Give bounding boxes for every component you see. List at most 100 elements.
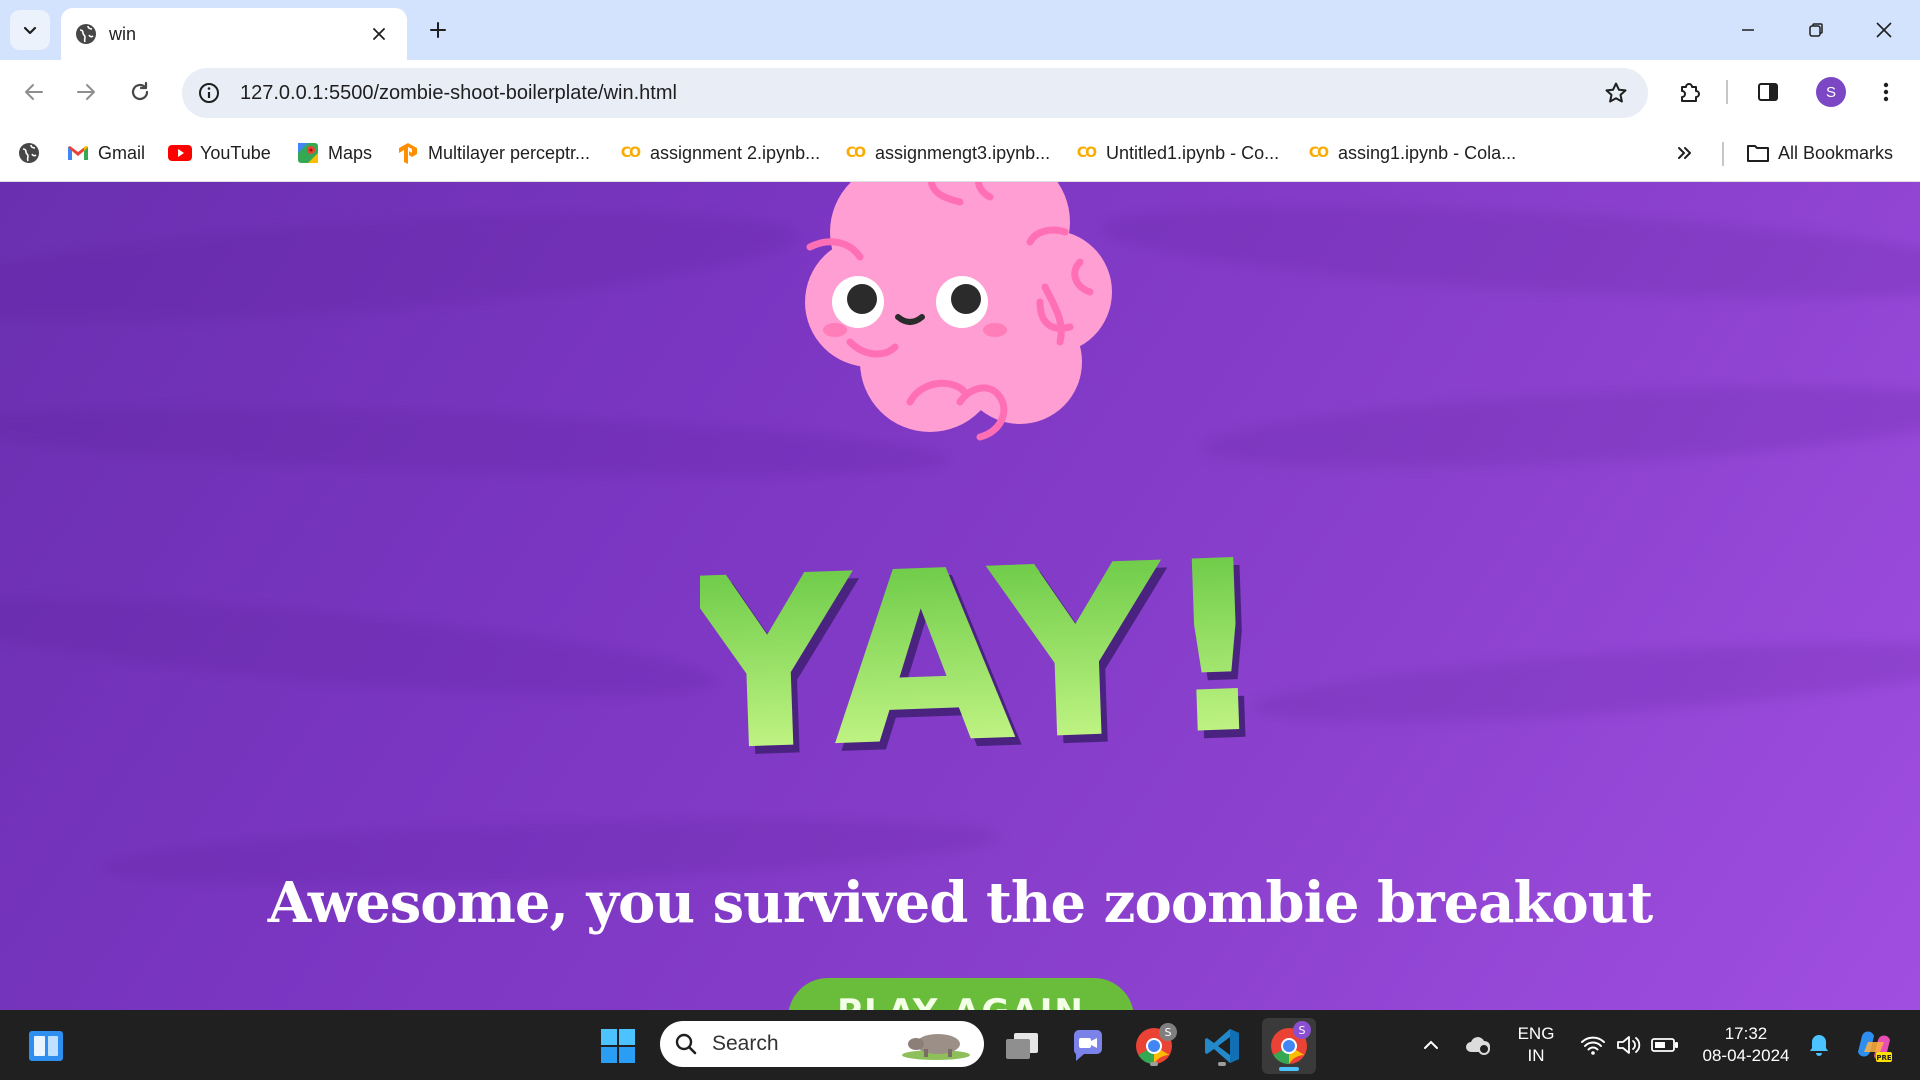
bookmark-label: Multilayer perceptr... bbox=[428, 142, 591, 163]
taskbar-search-box[interactable]: Search bbox=[660, 1021, 984, 1067]
copilot-icon: PRE bbox=[1858, 1031, 1892, 1062]
site-info-button[interactable] bbox=[194, 78, 224, 108]
profile-badge-icon: S bbox=[1293, 1021, 1311, 1039]
bookmark-apps[interactable] bbox=[18, 138, 40, 168]
bookmark-youtube[interactable]: YouTube bbox=[168, 138, 271, 168]
bookmark-assignment-2[interactable]: CO assignment 2.ipynb... bbox=[618, 138, 820, 168]
background-swirl bbox=[1098, 188, 1920, 316]
notifications-button[interactable] bbox=[1802, 1028, 1836, 1062]
search-icon bbox=[675, 1033, 697, 1055]
colab-icon: CO bbox=[620, 145, 641, 161]
yay-title: YAY! YAY! bbox=[700, 532, 1260, 772]
bookmark-label: assignmengt3.ipynb... bbox=[875, 142, 1051, 163]
tab-search-button[interactable] bbox=[10, 10, 50, 50]
browser-menu-button[interactable] bbox=[1866, 72, 1906, 112]
battery-icon bbox=[1651, 1038, 1678, 1052]
language-region: IN bbox=[1527, 1046, 1545, 1065]
volume-button[interactable] bbox=[1612, 1028, 1646, 1062]
bookmark-assignmengt3[interactable]: CO assignmengt3.ipynb... bbox=[843, 138, 1050, 168]
running-indicator bbox=[1218, 1062, 1226, 1066]
bookmark-multilayer-perceptron[interactable]: Multilayer perceptr... bbox=[396, 138, 590, 168]
puzzle-icon bbox=[1681, 83, 1700, 102]
battery-button[interactable] bbox=[1648, 1028, 1682, 1062]
back-button[interactable] bbox=[14, 72, 54, 112]
teams-chat-button[interactable] bbox=[1066, 1024, 1110, 1068]
plus-icon bbox=[430, 22, 446, 38]
tab-strip: win bbox=[0, 0, 1920, 60]
wifi-icon bbox=[1581, 1036, 1605, 1055]
yay-title-text: YAY! bbox=[700, 532, 1260, 772]
brain-mascot-image bbox=[805, 182, 1112, 441]
address-bar[interactable]: 127.0.0.1:5500/zombie-shoot-boilerplate/… bbox=[182, 68, 1648, 118]
win-page: YAY! YAY! Awesome, you survived the zoom… bbox=[0, 182, 1920, 1010]
copilot-button[interactable]: PRE bbox=[1852, 1024, 1896, 1068]
chrome-active-button[interactable]: S bbox=[1262, 1018, 1316, 1074]
vscode-icon bbox=[1205, 1029, 1239, 1063]
youtube-icon bbox=[168, 141, 192, 165]
browser-toolbar: 127.0.0.1:5500/zombie-shoot-boilerplate/… bbox=[0, 60, 1920, 124]
restore-button[interactable] bbox=[1792, 10, 1840, 50]
task-view-button[interactable] bbox=[1000, 1024, 1044, 1068]
bookmark-label: assignment 2.ipynb... bbox=[650, 142, 821, 163]
side-panel-button[interactable] bbox=[1748, 72, 1788, 112]
close-icon bbox=[373, 28, 385, 40]
bell-icon bbox=[1810, 1035, 1828, 1056]
colab-icon: CO bbox=[845, 145, 866, 161]
svg-text:S: S bbox=[1299, 1024, 1306, 1037]
minimize-button[interactable] bbox=[1724, 10, 1772, 50]
cloud-icon bbox=[1466, 1037, 1491, 1055]
play-again-button[interactable]: PLAY AGAIN bbox=[788, 978, 1134, 1010]
svg-text:S: S bbox=[1165, 1026, 1172, 1039]
info-icon bbox=[199, 83, 219, 103]
clock[interactable]: 17:32 08-04-2024 bbox=[1696, 1022, 1796, 1068]
bookmark-label: Maps bbox=[328, 142, 373, 163]
bookmark-assing1[interactable]: CO assing1.ipynb - Cola... bbox=[1306, 138, 1516, 168]
bookmark-label: assing1.ipynb - Cola... bbox=[1338, 142, 1517, 163]
reload-button[interactable] bbox=[120, 72, 160, 112]
profile-avatar[interactable]: S bbox=[1816, 77, 1846, 107]
running-indicator bbox=[1150, 1062, 1158, 1066]
url-text[interactable]: 127.0.0.1:5500/zombie-shoot-boilerplate/… bbox=[240, 82, 1596, 105]
taskbar-search-label: Search bbox=[712, 1032, 779, 1055]
wifi-button[interactable] bbox=[1576, 1028, 1610, 1062]
win-headline: Awesome, you survived the zoombie breako… bbox=[267, 870, 1654, 936]
widgets-button[interactable] bbox=[26, 1026, 66, 1066]
bookmark-untitled1[interactable]: CO Untitled1.ipynb - Co... bbox=[1074, 138, 1279, 168]
maps-icon bbox=[296, 141, 320, 165]
show-hidden-icons-button[interactable] bbox=[1416, 1030, 1446, 1060]
chevron-up-icon bbox=[1424, 1040, 1438, 1049]
background-swirl bbox=[0, 190, 803, 344]
chrome-profile-button[interactable]: S bbox=[1130, 1022, 1178, 1070]
chevron-down-icon bbox=[23, 26, 37, 35]
language-indicator[interactable]: ENG IN bbox=[1508, 1022, 1564, 1068]
bookmark-star-button[interactable] bbox=[1596, 73, 1636, 113]
bookmark-gmail[interactable]: Gmail bbox=[66, 138, 145, 168]
bookmark-maps[interactable]: Maps bbox=[296, 138, 372, 168]
extensions-button[interactable] bbox=[1670, 72, 1710, 112]
bookmark-label: YouTube bbox=[200, 142, 271, 163]
gmail-icon bbox=[66, 141, 90, 165]
vscode-button[interactable] bbox=[1198, 1022, 1246, 1070]
restore-icon bbox=[1809, 23, 1823, 37]
reload-icon bbox=[131, 81, 149, 101]
side-panel-icon bbox=[1758, 83, 1778, 101]
more-vertical-icon bbox=[1883, 82, 1889, 102]
arrow-right-icon bbox=[77, 84, 95, 100]
close-icon bbox=[1876, 22, 1892, 38]
all-bookmarks-button[interactable]: All Bookmarks bbox=[1746, 138, 1893, 168]
colab-icon: CO bbox=[1076, 145, 1097, 161]
background-swirl bbox=[1248, 625, 1920, 739]
clock-time: 17:32 bbox=[1724, 1024, 1768, 1043]
close-window-button[interactable] bbox=[1860, 10, 1908, 50]
star-icon bbox=[1605, 82, 1627, 103]
more-bookmarks-button[interactable] bbox=[1676, 138, 1694, 168]
active-tab[interactable]: win bbox=[61, 8, 407, 60]
forward-button[interactable] bbox=[66, 72, 106, 112]
close-tab-button[interactable] bbox=[365, 20, 393, 48]
active-indicator bbox=[1279, 1067, 1299, 1071]
new-tab-button[interactable] bbox=[422, 14, 454, 46]
onedrive-button[interactable] bbox=[1462, 1030, 1494, 1060]
start-button[interactable] bbox=[596, 1024, 640, 1068]
windows-logo-icon bbox=[601, 1029, 635, 1063]
speaker-icon bbox=[1617, 1036, 1641, 1054]
